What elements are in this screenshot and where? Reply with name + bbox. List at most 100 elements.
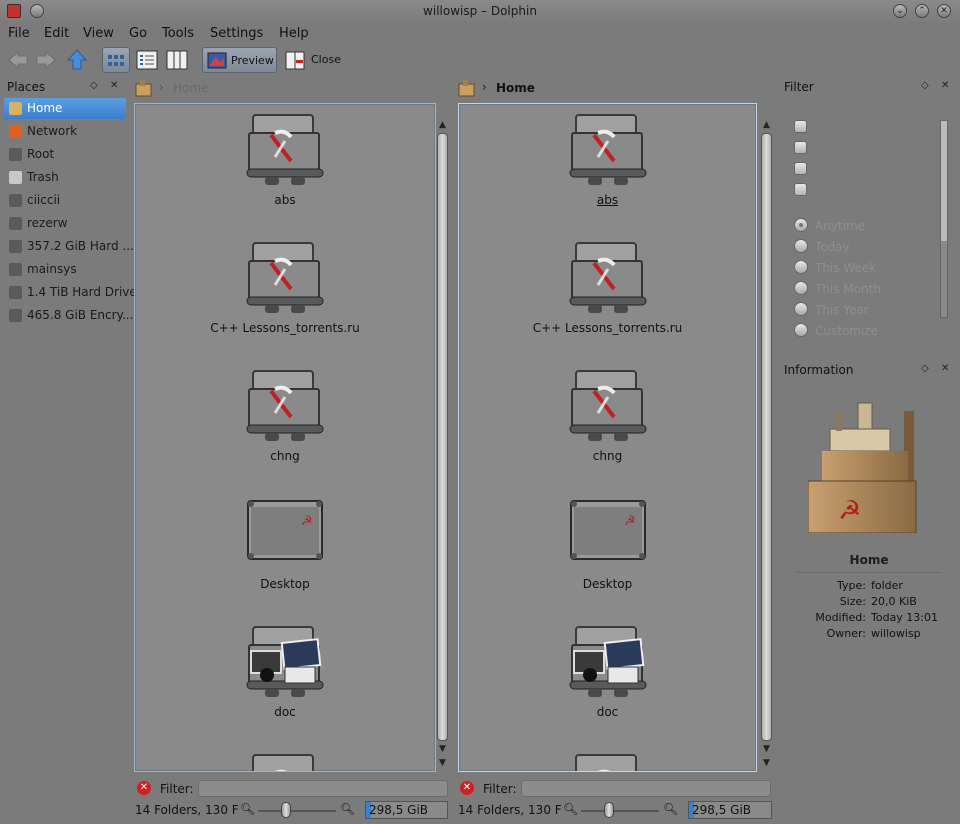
file-item[interactable]: chng — [210, 363, 360, 473]
scrollbar[interactable]: ▲ ▼ ▼ — [760, 119, 773, 773]
scroll-down-arrow[interactable]: ▼ — [436, 743, 449, 755]
information-float-button[interactable]: ◇ — [921, 363, 929, 374]
arrow-left-icon — [8, 50, 28, 70]
file-view[interactable]: abs C++ Lessons_torrents.ruchng ☭ Desktop do… — [458, 103, 757, 772]
home-crumb-icon[interactable] — [134, 78, 154, 98]
up-button[interactable] — [64, 47, 90, 73]
breadcrumb-home[interactable]: Home — [496, 81, 535, 95]
close-window-button[interactable]: ✕ — [937, 4, 951, 18]
menu-view[interactable]: View — [83, 26, 114, 41]
filter-checkbox[interactable] — [794, 120, 807, 133]
date-radio[interactable] — [794, 218, 808, 232]
info-key: Size: — [839, 595, 866, 608]
breadcrumb-home[interactable]: Home — [173, 81, 208, 95]
scroll-down-arrow[interactable]: ▼ — [760, 757, 773, 769]
zoom-slider-handle[interactable] — [281, 802, 291, 818]
places-close-button[interactable]: ✕ — [110, 80, 118, 91]
file-item[interactable]: doc — [533, 619, 683, 729]
filter-checkbox[interactable] — [794, 183, 807, 196]
filter-checkbox[interactable] — [794, 141, 807, 154]
scrollbar[interactable]: ▲ ▼ ▼ — [436, 119, 449, 773]
zoom-slider-handle[interactable] — [604, 802, 614, 818]
file-item[interactable]: doc — [210, 619, 360, 729]
home-folder-preview-icon: ☭ — [808, 402, 917, 533]
scroll-up-arrow[interactable]: ▲ — [760, 119, 773, 131]
file-item[interactable] — [210, 747, 360, 771]
file-item[interactable]: chng — [533, 363, 683, 473]
scroll-thumb[interactable] — [761, 133, 772, 741]
breadcrumb-separator: › — [482, 80, 487, 94]
details-view-button[interactable] — [134, 47, 160, 73]
scroll-down-arrow[interactable]: ▼ — [760, 743, 773, 755]
menu-settings[interactable]: Settings — [210, 26, 263, 41]
date-radio[interactable] — [794, 302, 808, 316]
menu-bar: File Edit View Go Tools Settings Help — [0, 22, 960, 44]
places-panel: Places ◇ ✕ Home Network Root Trash ciiccii re… — [2, 78, 137, 822]
zoom-slider[interactable] — [258, 810, 336, 812]
clear-filter-icon[interactable]: ✕ — [137, 781, 151, 795]
maximize-button[interactable]: ⌃ — [915, 4, 929, 18]
file-item[interactable]: C++ Lessons_torrents.ru — [210, 235, 360, 345]
zoom-slider[interactable] — [581, 810, 659, 812]
info-key: Type: — [837, 579, 866, 592]
menu-edit[interactable]: Edit — [44, 26, 69, 41]
place-3572[interactable]: 357.2 GiB Hard ... — [4, 236, 134, 257]
place-rezerw[interactable]: rezerw — [4, 213, 126, 234]
preview-button[interactable]: Preview — [202, 47, 277, 73]
home-crumb-icon[interactable] — [457, 78, 477, 98]
filter-input[interactable] — [198, 780, 448, 797]
filter-checkbox[interactable] — [794, 162, 807, 175]
menu-help[interactable]: Help — [279, 26, 309, 41]
filter-close-button[interactable]: ✕ — [941, 80, 949, 91]
file-name: chng — [270, 449, 300, 463]
zoom-out-icon[interactable]: 🔍︎ — [563, 802, 578, 816]
place-trash[interactable]: Trash — [4, 167, 126, 188]
place-mainsys[interactable]: mainsys — [4, 259, 126, 280]
minimize-button[interactable]: ⌄ — [893, 4, 907, 18]
filter-input[interactable] — [521, 780, 771, 797]
icons-view-button[interactable] — [102, 47, 130, 73]
filter-scrollbar[interactable] — [940, 120, 948, 318]
columns-view-button[interactable] — [164, 47, 190, 73]
file-item[interactable] — [533, 747, 683, 771]
info-value: 20,0 KiB — [871, 595, 917, 608]
scroll-down-arrow[interactable]: ▼ — [436, 757, 449, 769]
forward-button[interactable] — [33, 47, 59, 73]
harddrive-icon — [9, 286, 22, 299]
date-radio[interactable] — [794, 323, 808, 337]
place-home[interactable]: Home — [4, 98, 126, 119]
drive-icon — [9, 194, 22, 207]
file-item[interactable]: ☭ Desktop — [210, 491, 360, 601]
place-ciiccii[interactable]: ciiccii — [4, 190, 126, 211]
file-item[interactable]: C++ Lessons_torrents.ru — [533, 235, 683, 345]
place-network[interactable]: Network — [4, 121, 126, 142]
clear-filter-icon[interactable]: ✕ — [460, 781, 474, 795]
close-split-button[interactable]: Close — [283, 47, 341, 73]
date-radio[interactable] — [794, 281, 808, 295]
info-name: Home — [849, 553, 889, 567]
information-close-button[interactable]: ✕ — [941, 363, 949, 374]
place-4658[interactable]: 465.8 GiB Encry... — [4, 305, 133, 326]
filter-float-button[interactable]: ◇ — [921, 80, 929, 91]
zoom-out-icon[interactable]: 🔍︎ — [240, 802, 255, 816]
scroll-up-arrow[interactable]: ▲ — [436, 119, 449, 131]
title-bar[interactable]: willowisp – Dolphin ⌄ ⌃ ✕ — [0, 0, 960, 22]
file-item[interactable]: ☭ Desktop — [533, 491, 683, 601]
filter-scroll-thumb[interactable] — [941, 121, 947, 241]
date-radio[interactable] — [794, 260, 808, 274]
place-root[interactable]: Root — [4, 144, 126, 165]
place-label: rezerw — [27, 216, 68, 230]
menu-file[interactable]: File — [8, 26, 30, 41]
file-item[interactable]: abs — [210, 107, 360, 217]
date-radio[interactable] — [794, 239, 808, 253]
place-14[interactable]: 1.4 TiB Hard Drive — [4, 282, 137, 303]
zoom-in-icon[interactable]: 🔍︎ — [663, 802, 678, 816]
scroll-thumb[interactable] — [437, 133, 448, 741]
places-float-button[interactable]: ◇ — [90, 80, 98, 91]
back-button[interactable] — [5, 47, 31, 73]
zoom-in-icon[interactable]: 🔍︎ — [340, 802, 355, 816]
file-view[interactable]: abs C++ Lessons_torrents.ruchng ☭ Desktop do… — [134, 103, 436, 772]
menu-tools[interactable]: Tools — [162, 26, 194, 41]
file-item[interactable]: abs — [533, 107, 683, 217]
menu-go[interactable]: Go — [129, 26, 147, 41]
